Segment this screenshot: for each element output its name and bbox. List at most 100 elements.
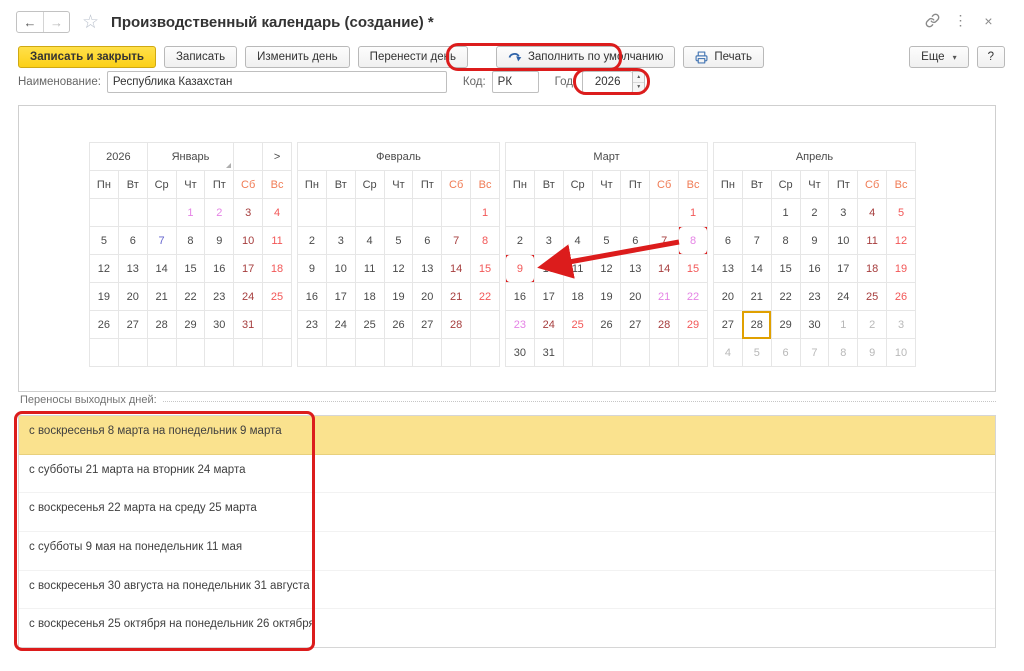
- day-cell[interactable]: 8: [471, 227, 500, 255]
- day-cell[interactable]: 7: [442, 227, 471, 255]
- day-cell[interactable]: 29: [771, 311, 800, 339]
- day-cell[interactable]: 10: [326, 255, 355, 283]
- day-cell[interactable]: 14: [742, 255, 771, 283]
- day-cell[interactable]: 30: [205, 311, 234, 339]
- day-cell[interactable]: 12: [887, 227, 916, 255]
- day-cell[interactable]: 22: [679, 283, 708, 311]
- day-cell[interactable]: 29: [679, 311, 708, 339]
- day-cell[interactable]: 30: [800, 311, 829, 339]
- day-cell[interactable]: 5: [592, 227, 621, 255]
- day-cell[interactable]: 17: [534, 283, 563, 311]
- code-field[interactable]: РК: [492, 71, 539, 93]
- day-cell[interactable]: 8: [771, 227, 800, 255]
- day-cell[interactable]: 22: [176, 283, 205, 311]
- day-cell[interactable]: 18: [858, 255, 887, 283]
- day-cell[interactable]: 21: [650, 283, 679, 311]
- day-cell[interactable]: 15: [679, 255, 708, 283]
- name-field[interactable]: Республика Казахстан: [107, 71, 447, 93]
- day-cell[interactable]: 6: [771, 339, 800, 367]
- day-cell[interactable]: 10: [829, 227, 858, 255]
- day-cell[interactable]: 2: [298, 227, 327, 255]
- month-name-dropdown[interactable]: Январь: [147, 143, 234, 171]
- day-cell[interactable]: 17: [326, 283, 355, 311]
- day-cell[interactable]: 5: [384, 227, 413, 255]
- day-cell[interactable]: 6: [118, 227, 147, 255]
- day-cell[interactable]: 5: [90, 227, 119, 255]
- day-cell[interactable]: 16: [298, 283, 327, 311]
- day-cell[interactable]: 17: [829, 255, 858, 283]
- day-cell[interactable]: 27: [413, 311, 442, 339]
- day-cell[interactable]: 1: [679, 199, 708, 227]
- day-cell[interactable]: 11: [858, 227, 887, 255]
- transfer-row[interactable]: с воскресенья 8 марта на понедельник 9 м…: [19, 416, 995, 455]
- day-cell[interactable]: 21: [147, 283, 176, 311]
- favorite-star-icon[interactable]: ☆: [82, 13, 99, 32]
- transfer-row[interactable]: с субботы 21 марта на вторник 24 марта: [19, 455, 995, 494]
- day-cell[interactable]: 2: [858, 311, 887, 339]
- day-cell[interactable]: 13: [714, 255, 743, 283]
- day-cell[interactable]: 11: [563, 255, 592, 283]
- day-cell[interactable]: 7: [650, 227, 679, 255]
- day-cell[interactable]: 19: [90, 283, 119, 311]
- day-cell[interactable]: 31: [534, 339, 563, 367]
- day-cell[interactable]: 28: [742, 311, 771, 339]
- day-cell[interactable]: 16: [800, 255, 829, 283]
- spin-down-icon[interactable]: ▼: [633, 83, 644, 93]
- save-and-close-button[interactable]: Записать и закрыть: [18, 46, 156, 68]
- day-cell[interactable]: 4: [858, 199, 887, 227]
- day-cell[interactable]: 21: [742, 283, 771, 311]
- day-cell[interactable]: 4: [714, 339, 743, 367]
- forward-button[interactable]: →: [43, 12, 69, 32]
- day-cell[interactable]: 2: [506, 227, 535, 255]
- day-cell[interactable]: 16: [205, 255, 234, 283]
- day-cell[interactable]: 28: [650, 311, 679, 339]
- day-cell[interactable]: 15: [471, 255, 500, 283]
- day-cell[interactable]: 26: [887, 283, 916, 311]
- day-cell[interactable]: 6: [714, 227, 743, 255]
- day-cell[interactable]: 19: [592, 283, 621, 311]
- transfer-row[interactable]: с воскресенья 22 марта на среду 25 марта: [19, 493, 995, 532]
- transfer-row[interactable]: с воскресенья 30 августа на понедельник …: [19, 571, 995, 610]
- day-cell[interactable]: 14: [442, 255, 471, 283]
- day-cell[interactable]: 3: [887, 311, 916, 339]
- day-cell[interactable]: 19: [887, 255, 916, 283]
- day-cell[interactable]: 24: [829, 283, 858, 311]
- day-cell[interactable]: 1: [176, 199, 205, 227]
- day-cell[interactable]: 11: [263, 227, 292, 255]
- day-cell[interactable]: 27: [118, 311, 147, 339]
- day-cell[interactable]: 4: [563, 227, 592, 255]
- day-cell[interactable]: 5: [887, 199, 916, 227]
- day-cell[interactable]: 28: [147, 311, 176, 339]
- day-cell[interactable]: 9: [298, 255, 327, 283]
- spin-up-icon[interactable]: ▲: [633, 72, 644, 83]
- day-cell[interactable]: 10: [534, 255, 563, 283]
- day-cell[interactable]: 15: [771, 255, 800, 283]
- day-cell[interactable]: 10: [234, 227, 263, 255]
- day-cell[interactable]: 16: [506, 283, 535, 311]
- day-cell[interactable]: 7: [742, 227, 771, 255]
- transfer-row[interactable]: с субботы 9 мая на понедельник 11 мая: [19, 532, 995, 571]
- day-cell[interactable]: 1: [829, 311, 858, 339]
- day-cell[interactable]: 22: [471, 283, 500, 311]
- day-cell[interactable]: 23: [298, 311, 327, 339]
- more-menu-icon[interactable]: ⋮: [953, 13, 968, 28]
- day-cell[interactable]: 3: [829, 199, 858, 227]
- year-field[interactable]: 2026: [582, 71, 632, 93]
- move-day-button[interactable]: Перенести день: [358, 46, 468, 68]
- day-cell[interactable]: 12: [90, 255, 119, 283]
- day-cell[interactable]: 8: [679, 227, 708, 255]
- day-cell[interactable]: 23: [800, 283, 829, 311]
- day-cell[interactable]: 26: [592, 311, 621, 339]
- day-cell[interactable]: 20: [118, 283, 147, 311]
- day-cell[interactable]: 24: [534, 311, 563, 339]
- day-cell[interactable]: 3: [326, 227, 355, 255]
- day-cell[interactable]: 7: [800, 339, 829, 367]
- day-cell[interactable]: 20: [714, 283, 743, 311]
- day-cell[interactable]: 2: [205, 199, 234, 227]
- day-cell[interactable]: 11: [355, 255, 384, 283]
- day-cell[interactable]: 27: [621, 311, 650, 339]
- day-cell[interactable]: 20: [413, 283, 442, 311]
- day-cell[interactable]: 13: [413, 255, 442, 283]
- print-button[interactable]: Печать: [683, 46, 764, 68]
- day-cell[interactable]: 7: [147, 227, 176, 255]
